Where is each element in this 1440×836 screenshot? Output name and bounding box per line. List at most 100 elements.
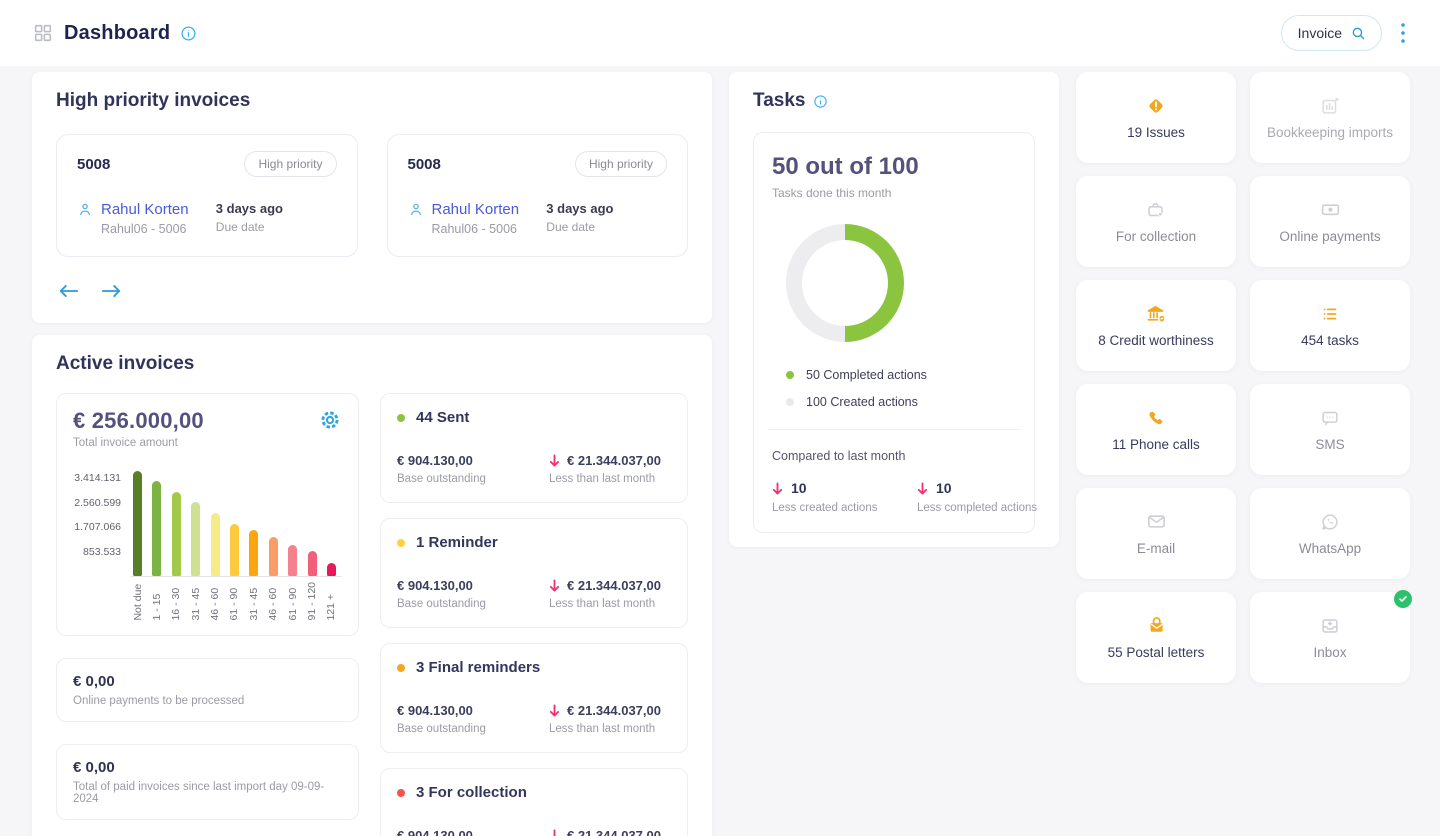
x-tick-label: 31 - 45 (249, 582, 258, 621)
compare-value: 10 (791, 480, 807, 496)
person-icon (77, 201, 93, 236)
tasks-headline: 50 out of 100 (772, 153, 1016, 181)
tile-tasks[interactable]: 454 tasks (1250, 280, 1410, 371)
status-title: 3 Final reminders (416, 659, 540, 676)
legend-item-completed: 50 Completed actions (786, 368, 1016, 382)
x-tick-label: 91 - 120 (308, 582, 317, 621)
tile-email[interactable]: E-mail (1076, 488, 1236, 579)
invoice-number: 5008 (77, 156, 110, 173)
y-tick-label: 2.560.599 (74, 497, 121, 509)
y-tick-label: 3.414.131 (74, 472, 121, 484)
delta-amount: € 21.344.037,00 (567, 578, 661, 593)
phone-icon (1145, 406, 1167, 430)
divider (768, 429, 1020, 430)
high-priority-title: High priority invoices (56, 90, 688, 112)
online-payments-amount: € 0,00 (73, 673, 342, 690)
x-tick-label: 46 - 60 (211, 582, 220, 621)
delta-label: Less than last month (549, 598, 671, 610)
whatsapp-icon (1319, 510, 1341, 534)
legend-dot (786, 398, 794, 406)
status-card-reminder[interactable]: 1 Reminder € 904.130,00 Base outstanding… (380, 518, 688, 628)
bar-46 - 60 (211, 513, 220, 576)
tile-whatsapp[interactable]: WhatsApp (1250, 488, 1410, 579)
tile-label: SMS (1315, 437, 1344, 454)
status-title: 44 Sent (416, 409, 469, 426)
bank-shield-icon (1144, 302, 1168, 326)
aging-bar-chart: 3.414.1312.560.5991.707.066853.533 Not d… (73, 465, 342, 621)
tile-online-payments[interactable]: Online payments (1250, 176, 1410, 267)
invoice-number: 5008 (408, 156, 441, 173)
total-invoice-amount-label: Total invoice amount (73, 437, 204, 449)
x-tick-label: 61 - 90 (288, 582, 297, 621)
kebab-menu-icon[interactable] (1396, 18, 1410, 48)
legend-label: 50 Completed actions (806, 368, 927, 382)
online-payments-box[interactable]: € 0,00 Online payments to be processed (56, 658, 359, 722)
base-outstanding-label: Base outstanding (397, 598, 549, 610)
base-outstanding-amount: € 904.130,00 (397, 703, 473, 718)
gear-icon[interactable] (318, 408, 342, 432)
total-invoice-amount-box: € 256.000,00 Total invoice amount (56, 393, 359, 636)
base-outstanding-amount: € 904.130,00 (397, 453, 473, 468)
paid-invoices-amount: € 0,00 (73, 759, 342, 776)
tile-inbox[interactable]: Inbox (1250, 592, 1410, 683)
paid-invoices-box[interactable]: € 0,00 Total of paid invoices since last… (56, 744, 359, 820)
due-value: 3 days ago (216, 201, 337, 216)
status-title: 1 Reminder (416, 534, 498, 551)
online-payments-label: Online payments to be processed (73, 695, 342, 707)
delta-amount: € 21.344.037,00 (567, 703, 661, 718)
priority-badge: High priority (244, 151, 336, 177)
due-label: Due date (546, 220, 667, 234)
compare-heading: Compared to last month (772, 449, 1016, 463)
tile-label: 8 Credit worthiness (1098, 333, 1214, 350)
legend-label: 100 Created actions (806, 395, 918, 409)
person-icon (408, 201, 424, 236)
tile-bookkeeping-imports[interactable]: Bookkeeping imports (1250, 72, 1410, 163)
bar-61 - 90 (230, 524, 239, 576)
tile-for-collection[interactable]: For collection (1076, 176, 1236, 267)
page-title: Dashboard (64, 22, 170, 45)
compare-label: Less completed actions (917, 502, 1062, 514)
tile-label: 454 tasks (1301, 333, 1359, 350)
tasks-card: Tasks 50 out of 100 Tasks done this mont… (729, 72, 1059, 547)
info-icon[interactable] (813, 94, 828, 109)
status-card-sent[interactable]: 44 Sent € 904.130,00 Base outstanding € … (380, 393, 688, 503)
x-tick-label: 61 - 90 (230, 582, 239, 621)
task-list-icon (1319, 302, 1341, 326)
bar-61 - 90 (288, 545, 297, 576)
carousel-prev-arrow-icon[interactable] (56, 281, 82, 301)
status-card-for-collection[interactable]: 3 For collection € 904.130,00 Base outst… (380, 768, 688, 836)
invoice-search-button[interactable]: Invoice (1281, 15, 1382, 51)
bar-16 - 30 (172, 492, 181, 576)
invoice-card[interactable]: 5008 High priority Rahul Korten (387, 134, 689, 257)
tile-label: E-mail (1137, 541, 1175, 558)
due-value: 3 days ago (546, 201, 667, 216)
info-icon[interactable] (180, 25, 197, 42)
tile-phone-calls[interactable]: 11 Phone calls (1076, 384, 1236, 475)
bar-Not due (133, 471, 142, 576)
base-outstanding-amount: € 904.130,00 (397, 828, 473, 836)
delta-amount: € 21.344.037,00 (567, 453, 661, 468)
contact-link[interactable]: Rahul Korten (101, 201, 189, 218)
legend-item-created: 100 Created actions (786, 395, 1016, 409)
apps-grid-icon[interactable] (32, 22, 54, 44)
bar-121 + (327, 563, 336, 576)
bar-91 - 120 (308, 551, 317, 576)
tile-postal-letters[interactable]: 55 Postal letters (1076, 592, 1236, 683)
due-label: Due date (216, 220, 337, 234)
invoice-card[interactable]: 5008 High priority Rahul Korten (56, 134, 358, 257)
contact-link[interactable]: Rahul Korten (432, 201, 520, 218)
base-outstanding-label: Base outstanding (397, 723, 549, 735)
status-card-final-reminders[interactable]: 3 Final reminders € 904.130,00 Base outs… (380, 643, 688, 753)
bar-chart-x-axis: Not due1 - 1516 - 3031 - 4546 - 6061 - 9… (131, 577, 342, 621)
tile-label: Bookkeeping imports (1267, 125, 1393, 142)
tile-issues[interactable]: 19 Issues (1076, 72, 1236, 163)
tile-sms[interactable]: SMS (1250, 384, 1410, 475)
priority-badge: High priority (575, 151, 667, 177)
carousel-next-arrow-icon[interactable] (98, 281, 124, 301)
chat-bubble-icon (1319, 406, 1341, 430)
tile-credit-worthiness[interactable]: 8 Credit worthiness (1076, 280, 1236, 371)
tile-label: Inbox (1313, 645, 1346, 662)
active-invoices-title: Active invoices (56, 353, 688, 375)
tile-label: 55 Postal letters (1108, 645, 1205, 662)
status-dot (397, 414, 405, 422)
